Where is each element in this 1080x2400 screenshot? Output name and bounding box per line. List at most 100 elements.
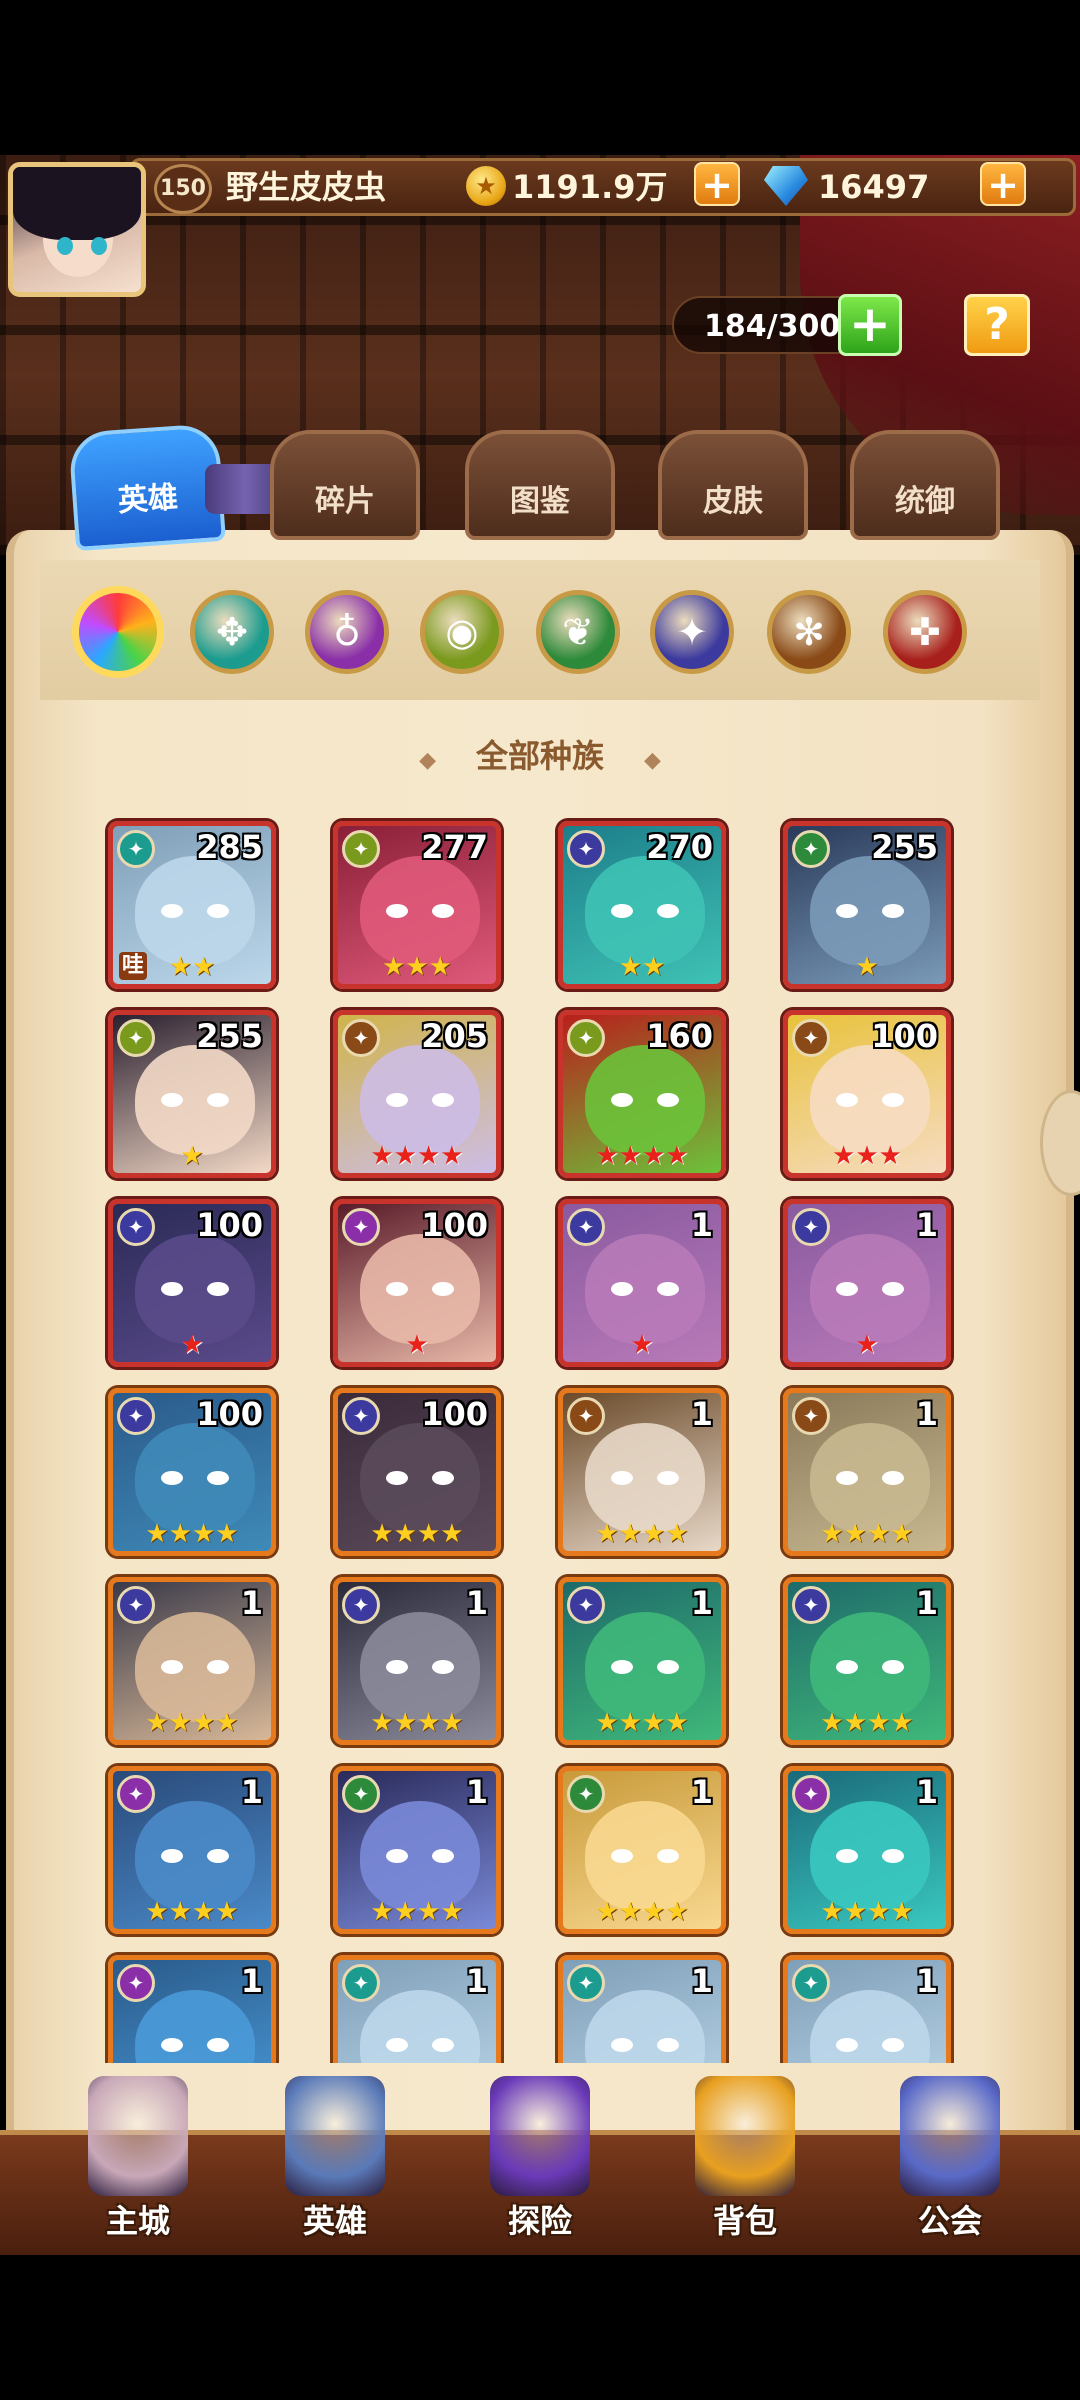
hero-level: 100 [196, 1395, 263, 1433]
nav-guild[interactable]: 公会 [865, 2076, 1035, 2246]
hero-race-icon: ✦ [117, 1775, 155, 1813]
race-filter-race-1[interactable]: ✥ [190, 590, 274, 674]
hero-level: 1 [915, 1395, 938, 1433]
nav-label: 主城 [105, 2202, 170, 2240]
hero-stars: ★★★★ [820, 1519, 914, 1549]
hero-portrait [360, 1045, 480, 1155]
hero-card[interactable]: ✦ 100 ★★★★ [333, 1388, 501, 1556]
hero-card[interactable]: ✦ 205 ★★★★ [333, 1010, 501, 1178]
hero-card[interactable]: ✦ 1 ★ [783, 1199, 951, 1367]
hero-level: 270 [646, 828, 713, 866]
hero-level: 1 [915, 1773, 938, 1811]
hero-card[interactable]: ✦ 1 ★★★★ [783, 1388, 951, 1556]
gold-coin-icon: ★ [466, 166, 506, 206]
hero-level: 100 [196, 1206, 263, 1244]
add-gold-button[interactable]: + [694, 162, 740, 206]
hero-card[interactable]: ✦ 1 [108, 1955, 276, 2063]
hero-portrait [360, 1612, 480, 1722]
help-button[interactable]: ? [964, 294, 1030, 356]
race-filter-race-7[interactable]: ✜ [883, 590, 967, 674]
hero-portrait [135, 1801, 255, 1911]
hero-card[interactable]: ✦ 1 ★★★★ [783, 1766, 951, 1934]
hero-level: 1 [240, 1773, 263, 1811]
hero-card[interactable]: ✦ 160 ★★★★ [558, 1010, 726, 1178]
hero-portrait [810, 1801, 930, 1911]
hero-race-icon: ✦ [117, 1397, 155, 1435]
hero-stars: ★★★★ [820, 1708, 914, 1738]
race-filter-all-races[interactable] [72, 586, 164, 678]
hero-card[interactable]: ✦ 1 [558, 1955, 726, 2063]
player-avatar[interactable] [8, 162, 146, 297]
hero-race-icon: ✦ [567, 1208, 605, 1246]
hero-level: 255 [871, 828, 938, 866]
guild-icon [900, 2076, 1000, 2196]
hero-card[interactable]: ✦ 100 ★★★★ [108, 1388, 276, 1556]
hero-stars: ★★★ [832, 1141, 902, 1171]
hero-portrait [360, 1801, 480, 1911]
hero-card[interactable]: ✦ 285 ★★ 哇 [108, 821, 276, 989]
hero-race-icon: ✦ [117, 1208, 155, 1246]
hero-card[interactable]: ✦ 1 ★★★★ [558, 1388, 726, 1556]
hero-stars: ★ [405, 1330, 429, 1360]
hero-tag: 哇 [119, 952, 148, 980]
nav-portal[interactable]: 探险 [455, 2076, 625, 2246]
hero-race-icon: ✦ [342, 830, 380, 868]
hero-level: 100 [421, 1395, 488, 1433]
hero-level: 1 [465, 1773, 488, 1811]
race-filter-race-6[interactable]: ✻ [767, 590, 851, 674]
nav-castle[interactable]: 主城 [53, 2076, 223, 2246]
race-filter-race-2[interactable]: ♁ [305, 590, 389, 674]
hero-card[interactable]: ✦ 1 ★★★★ [333, 1766, 501, 1934]
hero-portrait [810, 1612, 930, 1722]
hero-card[interactable]: ✦ 1 ★★★★ [783, 1577, 951, 1745]
hero-stars: ★ [855, 1330, 879, 1360]
hero-card[interactable]: ✦ 255 ★ [783, 821, 951, 989]
tab-collection[interactable]: 图鉴 [465, 430, 615, 540]
hero-level: 277 [421, 828, 488, 866]
hero-grid: ✦ 285 ★★ 哇 ✦ 277 ★★★ ✦ 270 ★★ ✦ 255 ★ ✦ 255 ★ ✦ 205 ★★★★ ✦ 1… [0, 815, 1080, 2063]
hero-stars: ★★★★ [595, 1141, 689, 1171]
tab-shards[interactable]: 碎片 [270, 430, 420, 540]
hero-card[interactable]: ✦ 270 ★★ [558, 821, 726, 989]
nav-backpack[interactable]: 背包 [660, 2076, 830, 2246]
hero-card[interactable]: ✦ 100 ★ [333, 1199, 501, 1367]
tab-command[interactable]: 统御 [850, 430, 1000, 540]
expand-capacity-button[interactable]: + [838, 294, 902, 356]
hero-portrait [585, 1801, 705, 1911]
hero-card[interactable]: ✦ 1 ★★★★ [558, 1577, 726, 1745]
hero-portrait [360, 1423, 480, 1533]
hero-stars: ★★★★ [145, 1708, 239, 1738]
add-diamond-button[interactable]: + [980, 162, 1026, 206]
hero-card[interactable]: ✦ 100 ★ [108, 1199, 276, 1367]
nav-hero[interactable]: 英雄 [250, 2076, 420, 2246]
hero-level: 1 [690, 1206, 713, 1244]
hero-race-icon: ✦ [342, 1586, 380, 1624]
hero-card[interactable]: ✦ 1 ★★★★ [558, 1766, 726, 1934]
hero-card[interactable]: ✦ 1 ★ [558, 1199, 726, 1367]
hero-card[interactable]: ✦ 1 ★★★★ [108, 1577, 276, 1745]
hero-card[interactable]: ✦ 255 ★ [108, 1010, 276, 1178]
hero-card[interactable]: ✦ 1 [783, 1955, 951, 2063]
hero-race-icon: ✦ [567, 830, 605, 868]
race-filter-race-3[interactable]: ◉ [420, 590, 504, 674]
hero-race-icon: ✦ [567, 1586, 605, 1624]
player-name: 野生皮皮虫 [226, 168, 387, 206]
hero-card[interactable]: ✦ 1 [333, 1955, 501, 2063]
hero-level: 1 [690, 1962, 713, 2000]
hero-stars: ★★★★ [370, 1519, 464, 1549]
hero-card[interactable]: ✦ 100 ★★★ [783, 1010, 951, 1178]
hero-race-icon: ✦ [342, 1208, 380, 1246]
hero-race-icon: ✦ [792, 1208, 830, 1246]
tab-skins[interactable]: 皮肤 [658, 430, 808, 540]
hero-card[interactable]: ✦ 1 ★★★★ [108, 1766, 276, 1934]
race-filter-race-4[interactable]: ❦ [536, 590, 620, 674]
tab-heroes[interactable]: 英雄 [68, 422, 226, 552]
hero-race-icon: ✦ [567, 1019, 605, 1057]
hero-race-icon: ✦ [567, 1775, 605, 1813]
hero-race-icon: ✦ [342, 1775, 380, 1813]
race-filter-race-5[interactable]: ✦ [650, 590, 734, 674]
hero-card[interactable]: ✦ 277 ★★★ [333, 821, 501, 989]
hero-level: 1 [465, 1962, 488, 2000]
hero-stars: ★★★★ [145, 1897, 239, 1927]
hero-card[interactable]: ✦ 1 ★★★★ [333, 1577, 501, 1745]
